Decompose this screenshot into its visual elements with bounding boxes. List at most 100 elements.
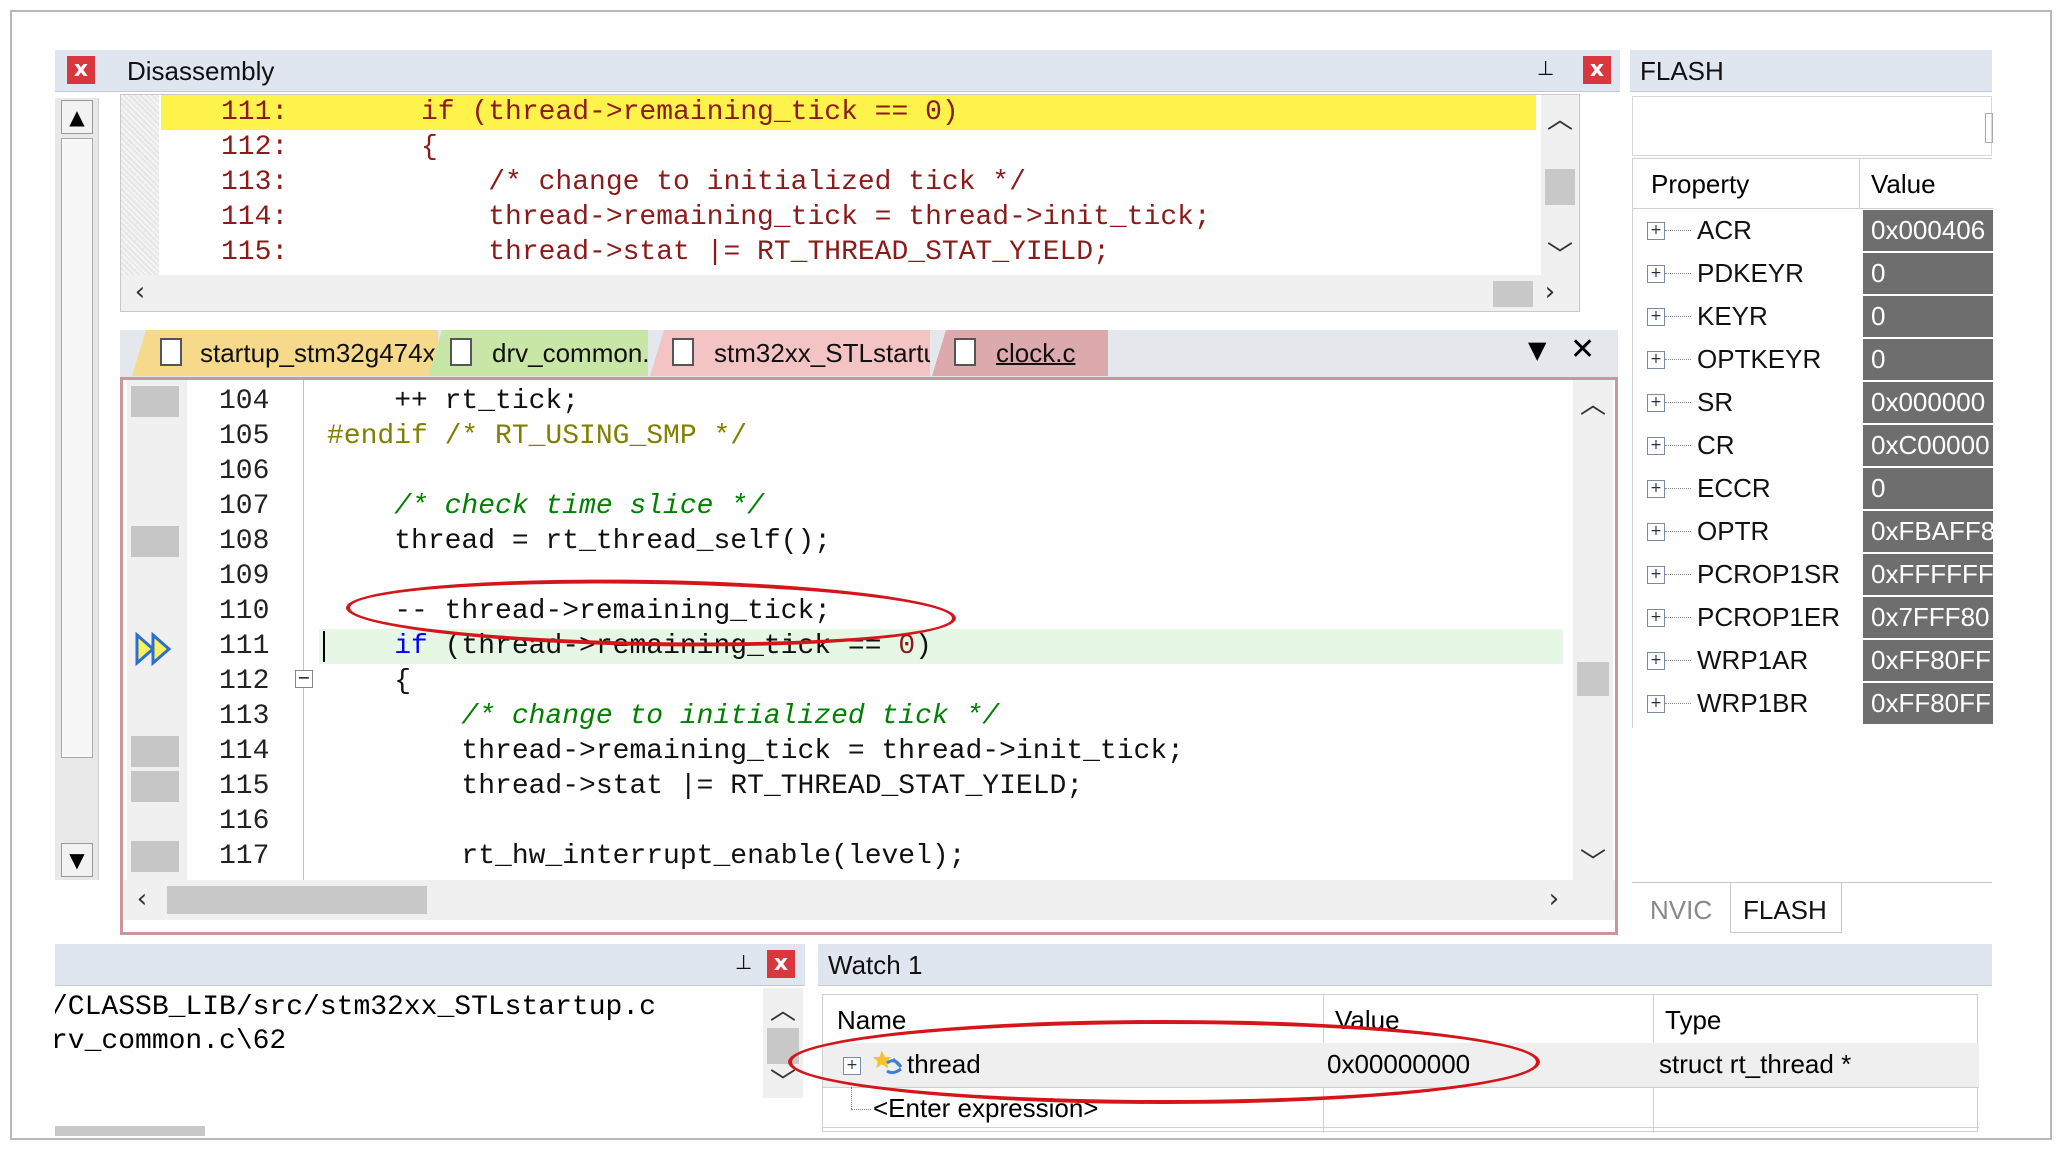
scroll-down-button[interactable]: ▼ — [61, 843, 93, 877]
expand-icon[interactable]: + — [1647, 566, 1665, 584]
flash-register-row[interactable]: + CR 0xC00000 — [1633, 424, 1993, 467]
code-line[interactable]: 112 { — [123, 664, 1563, 699]
scroll-thumb[interactable] — [1545, 169, 1575, 205]
code-line[interactable]: 117 rt_hw_interrupt_enable(level); — [123, 839, 1563, 874]
scroll-up-icon[interactable]: ︿ — [763, 990, 803, 1027]
register-value[interactable]: 0xC00000 — [1863, 425, 1993, 466]
expand-icon[interactable]: + — [1647, 351, 1665, 369]
scroll-right-icon[interactable]: › — [1539, 884, 1569, 914]
tab-flash[interactable]: FLASH — [1730, 883, 1842, 933]
disassembly-line[interactable]: 111: if (thread->remaining_tick == 0) — [161, 95, 1536, 130]
callstack-hscroll[interactable] — [55, 1126, 205, 1136]
code-line[interactable]: 107 /* check time slice */ — [123, 489, 1563, 524]
flash-register-row[interactable]: + OPTKEYR 0 — [1633, 338, 1993, 381]
editor-hscroll[interactable]: ‹ › — [123, 880, 1615, 920]
editor-view[interactable]: 104 ++ rt_tick; 105 #endif /* RT_USING_SMP… — [120, 380, 1618, 935]
register-value[interactable]: 0 — [1863, 339, 1993, 380]
scroll-down-icon[interactable]: ﹀ — [1573, 842, 1613, 879]
scroll-down-icon[interactable]: ﹀ — [763, 1062, 803, 1099]
register-value[interactable]: 0x000406 — [1863, 210, 1993, 251]
code-line[interactable]: 114 thread->remaining_tick = thread->ini… — [123, 734, 1563, 769]
tab-dropdown-icon[interactable]: ▼ — [1528, 336, 1546, 364]
flash-register-row[interactable]: + PDKEYR 0 — [1633, 252, 1993, 295]
breakpoint-marker[interactable] — [131, 736, 179, 767]
code-line[interactable]: 105 #endif /* RT_USING_SMP */ — [123, 419, 1563, 454]
code-line[interactable]: 113 /* change to initialized tick */ — [123, 699, 1563, 734]
expand-icon[interactable]: + — [1647, 523, 1665, 541]
register-value[interactable]: 0xFBAFF8 — [1863, 511, 1993, 552]
callstack-vscroll[interactable]: ︿ ﹀ — [763, 988, 803, 1098]
expand-icon[interactable]: + — [1647, 480, 1665, 498]
flash-toolbar-input[interactable] — [1985, 113, 1993, 143]
expand-icon[interactable]: + — [1647, 222, 1665, 240]
left-scrollbar[interactable]: ▲ ▼ — [55, 98, 99, 880]
expand-icon[interactable]: + — [1647, 308, 1665, 326]
code-line[interactable]: 116 — [123, 804, 1563, 839]
scroll-up-icon[interactable]: ︿ — [1541, 99, 1579, 136]
flash-register-row[interactable]: + KEYR 0 — [1633, 295, 1993, 338]
flash-register-row[interactable]: + OPTR 0xFBAFF8 — [1633, 510, 1993, 553]
flash-register-row[interactable]: + PCROP1ER 0x7FFF80 — [1633, 596, 1993, 639]
disassembly-close-icon[interactable]: x — [1583, 56, 1611, 84]
register-value[interactable]: 0x7FFF80 — [1863, 597, 1993, 638]
scroll-up-icon[interactable]: ︿ — [1573, 384, 1613, 421]
register-value[interactable]: 0x000000 — [1863, 382, 1993, 423]
code-line[interactable]: 104 ++ rt_tick; — [123, 384, 1563, 419]
flash-register-row[interactable]: + WRP1AR 0xFF80FF — [1633, 639, 1993, 682]
breakpoint-marker[interactable] — [131, 771, 179, 802]
watch-row[interactable]: + thread 0x00000000 struct rt_thread * — [823, 1043, 1979, 1087]
expand-icon[interactable]: + — [843, 1057, 861, 1075]
register-value[interactable]: 0xFF80FF — [1863, 640, 1993, 681]
code-line[interactable]: 108 thread = rt_thread_self(); — [123, 524, 1563, 559]
disassembly-line[interactable]: 115: thread->stat |= RT_THREAD_STAT_YIEL… — [161, 235, 1536, 270]
scroll-down-icon[interactable]: ﹀ — [1541, 235, 1579, 272]
register-value[interactable]: 0xFF80FF — [1863, 683, 1993, 724]
flash-register-row[interactable]: + ECCR 0 — [1633, 467, 1993, 510]
disassembly-view[interactable]: 111: if (thread->remaining_tick == 0) 112:… — [120, 94, 1580, 312]
code-line[interactable]: 110 -- thread->remaining_tick; — [123, 594, 1563, 629]
code-line[interactable]: 111 if (thread->remaining_tick == 0) — [123, 629, 1563, 664]
expand-icon[interactable]: + — [1647, 437, 1665, 455]
disassembly-hscroll[interactable]: ‹ › — [121, 275, 1579, 311]
enter-expression[interactable]: <Enter expression> — [873, 1093, 1098, 1124]
expand-icon[interactable]: + — [1647, 695, 1665, 713]
scroll-up-button[interactable]: ▲ — [61, 100, 93, 134]
register-value[interactable]: 0xFFFFFF — [1863, 554, 1993, 595]
expand-icon[interactable]: + — [1647, 609, 1665, 627]
flash-register-row[interactable]: + WRP1BR 0xFF80FF — [1633, 682, 1993, 725]
flash-register-row[interactable]: + PCROP1SR 0xFFFFFF — [1633, 553, 1993, 596]
tab-4[interactable]: clock.c — [932, 330, 1108, 376]
scroll-thumb[interactable] — [61, 138, 93, 758]
pin-icon[interactable]: ⊥ — [1537, 56, 1554, 80]
scroll-left-icon[interactable]: ‹ — [127, 884, 157, 914]
scroll-thumb[interactable] — [1577, 662, 1609, 696]
tab-3[interactable]: stm32xx_STLstartup.c — [650, 330, 930, 376]
breakpoint-marker[interactable] — [131, 526, 179, 557]
code-line[interactable]: 109 — [123, 559, 1563, 594]
callstack-view[interactable]: /CLASSB_LIB/src/stm32xx_STLstartup.c rv_… — [55, 988, 805, 1138]
flash-register-row[interactable]: + ACR 0x000406 — [1633, 209, 1993, 252]
tab-close-all-icon[interactable]: ✕ — [1570, 332, 1595, 367]
flash-register-row[interactable]: + SR 0x000000 — [1633, 381, 1993, 424]
expand-icon[interactable]: + — [1647, 652, 1665, 670]
expand-icon[interactable]: + — [1647, 265, 1665, 283]
breakpoint-marker[interactable] — [131, 386, 179, 417]
editor-vscroll[interactable]: ︿ ﹀ — [1573, 380, 1613, 880]
scroll-right-icon[interactable]: › — [1535, 277, 1565, 307]
disassembly-left-close-icon[interactable]: x — [67, 56, 95, 84]
scroll-thumb[interactable] — [167, 886, 427, 914]
pin-icon[interactable]: ⊥ — [735, 950, 752, 974]
tab-1[interactable]: startup_stm32g474xx.s — [132, 330, 438, 376]
code-line[interactable]: 115 thread->stat |= RT_THREAD_STAT_YIELD… — [123, 769, 1563, 804]
fold-collapse-icon[interactable]: − — [295, 670, 313, 688]
disassembly-vscroll[interactable]: ︿ ﹀ — [1541, 95, 1579, 275]
scroll-left-icon[interactable]: ‹ — [125, 277, 155, 307]
scroll-thumb[interactable] — [1493, 281, 1533, 307]
code-line[interactable]: 106 — [123, 454, 1563, 489]
callstack-close-icon[interactable]: x — [767, 950, 795, 978]
disassembly-line[interactable]: 113: /* change to initialized tick */ — [161, 165, 1536, 200]
register-value[interactable]: 0 — [1863, 253, 1993, 294]
tab-2[interactable]: drv_common.c — [428, 330, 648, 376]
disassembly-line[interactable]: 112: { — [161, 130, 1536, 165]
register-value[interactable]: 0 — [1863, 296, 1993, 337]
